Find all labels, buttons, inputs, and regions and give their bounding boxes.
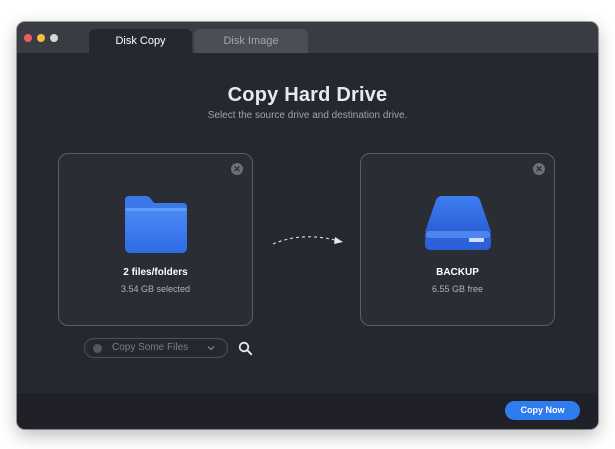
copy-mode-value: Copy Some Files	[112, 342, 189, 353]
destination-title: BACKUP	[436, 267, 479, 278]
search-icon[interactable]	[238, 341, 253, 356]
minimize-window-button[interactable]	[37, 34, 45, 42]
page-subtitle: Select the source drive and destination …	[207, 110, 408, 121]
tab-disk-copy[interactable]: Disk Copy	[89, 29, 192, 53]
title-bar: Disk Copy Disk Image	[17, 22, 598, 53]
tab-disk-image[interactable]: Disk Image	[194, 29, 308, 53]
folder-icon	[59, 194, 252, 256]
status-dot	[93, 344, 102, 353]
footer-bar: Copy Now	[17, 393, 598, 429]
source-detail: 3.54 GB selected	[120, 284, 191, 294]
destination-detail: 6.55 GB free	[431, 284, 484, 294]
source-drive-panel[interactable]: ✕ 2 files/folders 3.54 GB selected	[58, 153, 253, 326]
source-title: 2 files/folders	[123, 267, 188, 278]
destination-drive-panel[interactable]: ✕ BACKUP 6.55 GB free	[360, 153, 555, 326]
remove-source-button[interactable]: ✕	[231, 163, 243, 175]
copy-direction-arrow	[272, 236, 343, 245]
close-window-button[interactable]	[24, 34, 32, 42]
remove-destination-button[interactable]: ✕	[533, 163, 545, 175]
copy-now-button[interactable]: Copy Now	[505, 401, 580, 420]
page-title: Copy Hard Drive	[227, 84, 388, 106]
chevron-down-icon	[207, 346, 215, 351]
zoom-window-button[interactable]	[50, 34, 58, 42]
app-window: Disk Copy Disk Image Copy Hard Drive Sel…	[17, 22, 598, 429]
copy-mode-select[interactable]: Copy Some Files	[84, 338, 228, 358]
hard-drive-icon	[361, 194, 554, 256]
